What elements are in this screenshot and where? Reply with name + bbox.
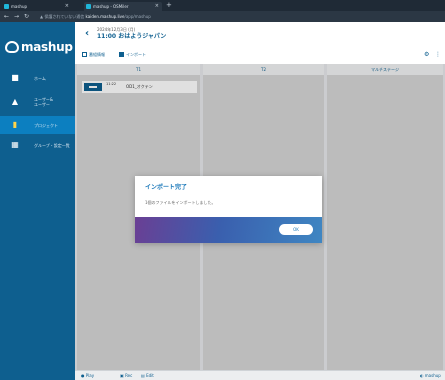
import-complete-dialog: インポート完了 1個のファイルをインポートしました。 OK <box>135 176 322 243</box>
browser-tab-label: mashup <box>11 4 28 9</box>
dialog-title: インポート完了 <box>145 184 188 191</box>
sidebar-item-users[interactable]: ▲ ユーザー& ユーザー <box>0 93 75 111</box>
favicon-icon <box>4 4 9 9</box>
settings-icon[interactable]: ⚙ <box>424 50 429 60</box>
ok-button[interactable]: OK <box>279 224 313 235</box>
close-tab-icon[interactable]: × <box>155 2 159 11</box>
sidebar-item-groups[interactable]: ▦ グループ・設定一覧 <box>0 136 75 154</box>
list-icon <box>82 52 87 57</box>
grid-icon: ▦ <box>11 140 19 149</box>
browser-tab-bar: mashup × mashup - OSMiler × + <box>0 0 445 11</box>
broadcast-date: 2024年12月3日 (月) <box>97 27 136 32</box>
footer-brand-label: mashup <box>424 373 441 378</box>
sidebar-item-label: プロジェクト <box>34 122 58 128</box>
new-tab-icon[interactable]: + <box>166 1 172 10</box>
program-info-label: 番組情報 <box>89 52 105 57</box>
cloud-logo-icon <box>5 41 19 53</box>
sidebar-item-label: ホーム <box>34 75 46 81</box>
browser-tab[interactable]: mashup × <box>2 2 72 11</box>
url-path: /app/mashup <box>124 14 151 19</box>
edit-button[interactable]: ▤ Edit <box>141 371 154 380</box>
edit-label: Edit <box>146 373 154 378</box>
play-button[interactable]: ● Play <box>81 371 94 380</box>
program-info-button[interactable]: 番組情報 <box>80 50 105 60</box>
play-label: Play <box>85 373 95 378</box>
page-header: ‹ 2024年12月3日 (月) 11:00 おはようジャパン 番組情報 インポ… <box>75 22 445 64</box>
brand-name: mashup <box>21 40 73 54</box>
back-arrow-icon[interactable]: ← <box>4 11 9 22</box>
import-label: インポート <box>126 52 146 57</box>
sidebar-item-projects[interactable]: ▮ プロジェクト <box>0 116 75 134</box>
home-icon: ■ <box>11 73 19 82</box>
url-field[interactable]: ▲ 保護されていない通信 kaiden.mashup.live/app/mash… <box>40 13 151 20</box>
browser-tab-label: mashup - OSMiler <box>93 4 129 9</box>
favicon-icon <box>86 4 91 9</box>
record-button[interactable]: ▣ Rec <box>120 371 132 380</box>
close-tab-icon[interactable]: × <box>65 2 69 11</box>
sidebar-item-label: グループ・設定一覧 <box>34 142 70 148</box>
sidebar-item-label: ユーザー& ユーザー <box>34 97 54 107</box>
dialog-message: 1個のファイルをインポートしました。 <box>145 200 216 205</box>
bookmark-icon: ▮ <box>12 120 18 129</box>
browser-tab-active[interactable]: mashup - OSMiler × <box>84 2 162 11</box>
import-icon <box>119 52 124 57</box>
page-title: 11:00 おはようジャパン <box>97 33 167 40</box>
back-chevron-icon[interactable]: ‹ <box>85 29 89 39</box>
browser-address-bar: ← → ↻ ▲ 保護されていない通信 kaiden.mashup.live/ap… <box>0 11 445 22</box>
record-label: Rec <box>125 373 133 378</box>
security-indicator: ▲ 保護されていない通信 <box>40 14 85 19</box>
more-icon[interactable]: ⋮ <box>435 50 441 60</box>
footer-brand: ◐ mashup <box>420 373 441 378</box>
sidebar-item-home[interactable]: ■ ホーム <box>0 69 75 87</box>
import-button[interactable]: インポート <box>117 50 146 60</box>
forward-arrow-icon[interactable]: → <box>14 11 19 22</box>
brand-logo[interactable]: mashup <box>5 38 73 56</box>
user-icon: ▲ <box>11 97 19 106</box>
url-domain: kaiden.mashup.live <box>85 14 125 19</box>
playback-footer: ● Play ▣ Rec ▤ Edit ◐ mashup <box>75 370 445 380</box>
reload-icon[interactable]: ↻ <box>24 11 29 22</box>
